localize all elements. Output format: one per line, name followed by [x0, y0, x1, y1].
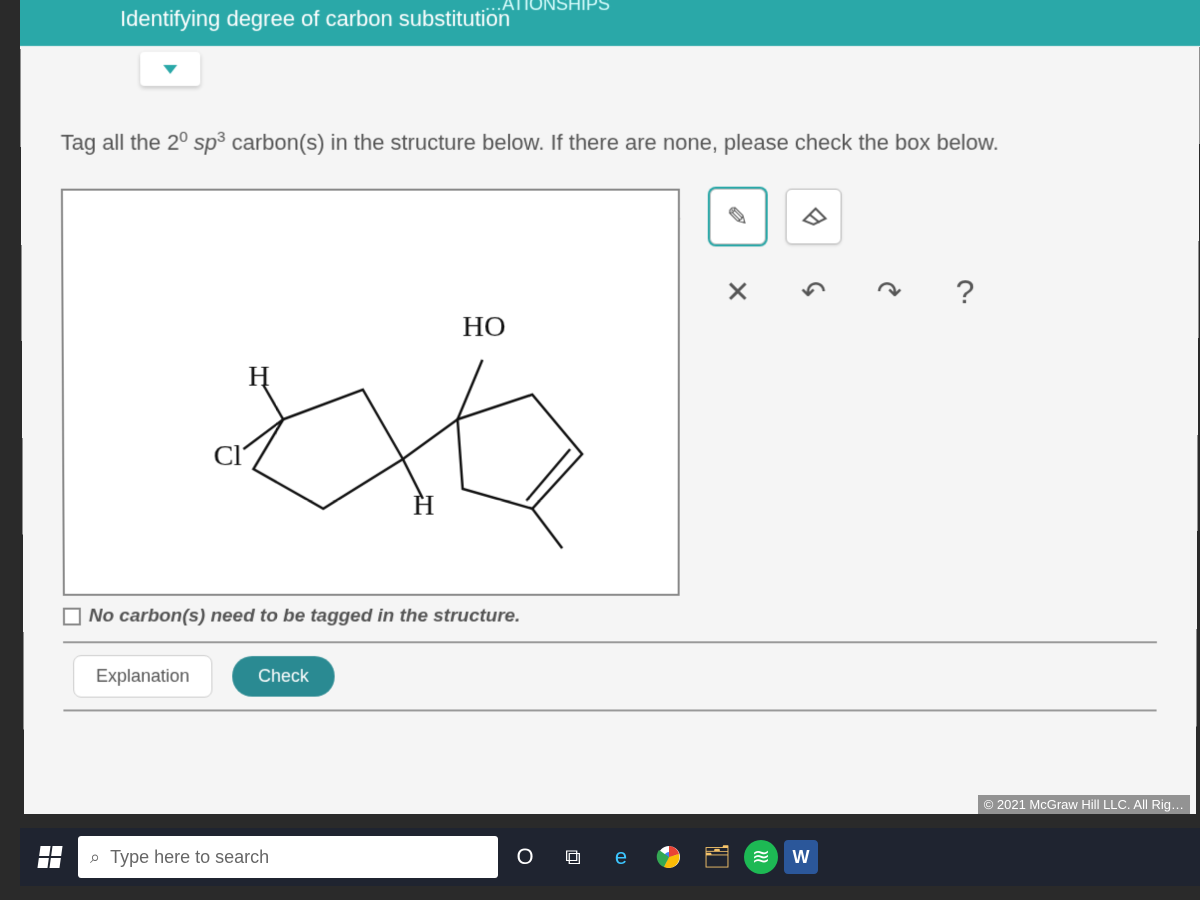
redo-button[interactable]: ↷: [861, 265, 917, 321]
prompt-suffix: carbon(s) in the structure below. If the…: [232, 130, 999, 155]
label-ho: HO: [462, 310, 505, 344]
prompt-prefix: Tag all the: [61, 130, 167, 155]
prompt-degree-base: 2: [167, 130, 179, 155]
pen-icon: ✎: [727, 201, 749, 232]
windows-taskbar: ⌕ Type here to search O ⧉ e 🗂 ≋ W: [20, 828, 1200, 886]
header-partial-text: …ATIONSHIPS: [484, 0, 610, 15]
no-carbons-label: No carbon(s) need to be tagged in the st…: [89, 606, 521, 628]
taskview-icon[interactable]: ⧉: [552, 836, 594, 878]
label-h-bottom: H: [413, 489, 435, 523]
check-button[interactable]: Check: [232, 656, 335, 697]
molecule-svg: [63, 191, 682, 598]
question-icon: ?: [956, 273, 975, 312]
redo-icon: ↷: [877, 275, 902, 310]
cortana-icon[interactable]: O: [504, 836, 546, 878]
word-icon[interactable]: W: [784, 840, 818, 874]
no-carbons-checkbox[interactable]: [63, 608, 81, 626]
explanation-button[interactable]: Explanation: [73, 655, 212, 697]
chevron-down-icon: [163, 64, 177, 73]
action-bar: Explanation Check: [63, 642, 1157, 712]
prompt-degree-sup: 0: [179, 129, 188, 146]
search-placeholder: Type here to search: [110, 847, 269, 868]
copyright-text: © 2021 McGraw Hill LLC. All Rig…: [978, 795, 1190, 814]
start-button[interactable]: [28, 835, 72, 879]
pen-tool[interactable]: ✎: [710, 189, 766, 245]
prompt-hybrid-sup: 3: [217, 129, 226, 146]
edge-icon[interactable]: e: [600, 836, 642, 878]
lesson-header: …ATIONSHIPS Identifying degree of carbon…: [20, 0, 1200, 46]
help-button[interactable]: ?: [937, 265, 993, 321]
file-explorer-icon[interactable]: 🗂: [696, 836, 738, 878]
chrome-icon[interactable]: [648, 836, 690, 878]
x-icon: ✕: [725, 275, 750, 310]
undo-icon: ↶: [801, 275, 826, 310]
label-h-top: H: [248, 360, 270, 394]
eraser-tool[interactable]: [786, 189, 842, 245]
clear-button[interactable]: ✕: [710, 265, 766, 321]
lesson-dropdown[interactable]: [140, 52, 200, 86]
drawing-toolbox: ✎ ✕ ↶ ↷ ?: [709, 189, 1049, 596]
spotify-icon[interactable]: ≋: [744, 840, 778, 874]
eraser-icon: [800, 207, 828, 227]
windows-logo-icon: [37, 846, 62, 868]
no-carbons-row[interactable]: No carbon(s) need to be tagged in the st…: [63, 606, 1157, 628]
undo-button[interactable]: ↶: [786, 265, 842, 321]
search-icon: ⌕: [90, 847, 100, 868]
prompt-hybrid-base: sp: [194, 130, 217, 155]
label-cl: Cl: [214, 440, 242, 474]
taskbar-search[interactable]: ⌕ Type here to search: [78, 836, 498, 878]
lesson-title: Identifying degree of carbon substitutio…: [120, 6, 510, 31]
question-prompt: Tag all the 20 sp3 carbon(s) in the stru…: [61, 126, 1160, 159]
structure-canvas[interactable]: HO H Cl H: [61, 189, 680, 596]
